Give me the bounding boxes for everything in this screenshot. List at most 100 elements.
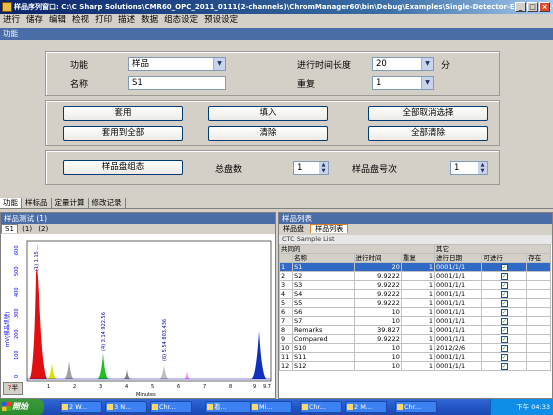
menu-edit[interactable]: 编辑 — [46, 14, 69, 27]
cell-runtime[interactable]: 10 — [353, 316, 402, 326]
enabled-checkbox[interactable]: ✓ — [500, 272, 508, 280]
cell-name[interactable]: S12 — [292, 361, 355, 371]
enabled-checkbox[interactable]: ✓ — [500, 281, 508, 289]
cell-name[interactable]: S4 — [292, 289, 355, 299]
cell-rundate[interactable]: 0001/1/1 — [433, 262, 483, 272]
menu-describe[interactable]: 描述 — [115, 14, 138, 27]
cell-repeat[interactable]: 1 — [400, 262, 436, 272]
cell-rundate[interactable]: 0001/1/1 — [433, 316, 483, 326]
cell-name[interactable]: S1 — [292, 262, 355, 272]
tab-function[interactable]: 功能 — [0, 198, 22, 208]
cell-name[interactable]: Remarks — [292, 325, 355, 335]
menu-data[interactable]: 数据 — [138, 14, 161, 27]
col-name[interactable]: 名称 — [292, 253, 355, 263]
cell-rundate[interactable]: 2012/2/6 — [433, 343, 483, 353]
tab-channel-2[interactable]: (2) — [36, 225, 50, 233]
cell-enabled[interactable]: ✓ — [481, 334, 528, 344]
cell-runtime[interactable]: 20 — [353, 262, 402, 272]
cell-name[interactable]: S6 — [292, 307, 355, 317]
col-exists[interactable]: 存在 — [526, 253, 551, 263]
menu-config[interactable]: 组态设定 — [161, 14, 201, 27]
enabled-checkbox[interactable]: ✓ — [500, 317, 508, 325]
minimize-button[interactable]: _ — [515, 2, 526, 12]
table-row[interactable]: 7 S7 10 1 0001/1/1 ✓ — [279, 316, 551, 326]
taskbar-item[interactable]: 2 W... — [60, 401, 102, 413]
cell-repeat[interactable]: 1 — [400, 307, 436, 317]
tab-s1[interactable]: S1 — [1, 224, 18, 233]
cell-runtime[interactable]: 39.827 — [353, 325, 402, 335]
cell-name[interactable]: S3 — [292, 280, 355, 290]
cell-rundate[interactable]: 0001/1/1 — [433, 361, 483, 371]
table-row[interactable]: 4 S4 9.9222 1 0001/1/1 ✓ — [279, 289, 551, 299]
table-row[interactable]: 5 S5 9.9222 1 0001/1/1 ✓ — [279, 298, 551, 308]
cell-enabled[interactable]: ✓ — [481, 307, 528, 317]
tray-config-button[interactable]: 样品盘组态 — [63, 160, 183, 175]
maximize-button[interactable]: □ — [527, 2, 538, 12]
cell-rundate[interactable]: 0001/1/1 — [433, 352, 483, 362]
cell-repeat[interactable]: 1 — [400, 298, 436, 308]
tab-history[interactable]: 修改记录 — [89, 198, 126, 208]
cell-rundate[interactable]: 0001/1/1 — [433, 289, 483, 299]
function-select[interactable]: 样品 ▼ — [128, 57, 226, 71]
menu-defaults[interactable]: 预设设定 — [201, 14, 241, 27]
cell-enabled[interactable]: ✓ — [481, 325, 528, 335]
menu-save[interactable]: 储存 — [23, 14, 46, 27]
enabled-checkbox[interactable]: ✓ — [500, 335, 508, 343]
close-button[interactable]: × — [539, 2, 550, 12]
cell-runtime[interactable]: 9.9222 — [353, 334, 402, 344]
enabled-checkbox[interactable]: ✓ — [500, 263, 508, 271]
cell-runtime[interactable]: 9.9222 — [353, 280, 402, 290]
cell-rundate[interactable]: 0001/1/1 — [433, 271, 483, 281]
cell-rundate[interactable]: 0001/1/1 — [433, 307, 483, 317]
cell-runtime[interactable]: 10 — [353, 343, 402, 353]
cell-enabled[interactable]: ✓ — [481, 271, 528, 281]
cell-repeat[interactable]: 1 — [400, 325, 436, 335]
cell-runtime[interactable]: 9.9222 — [353, 289, 402, 299]
cell-rundate[interactable]: 0001/1/1 — [433, 298, 483, 308]
cell-enabled[interactable]: ✓ — [481, 343, 528, 353]
cell-repeat[interactable]: 1 — [400, 352, 436, 362]
tab-quant[interactable]: 定量计算 — [52, 198, 89, 208]
cell-enabled[interactable]: ✓ — [481, 262, 528, 272]
enabled-checkbox[interactable]: ✓ — [500, 299, 508, 307]
table-row[interactable]: 1 S1 20 1 0001/1/1 ✓ — [279, 262, 551, 272]
spin-down-icon[interactable]: ▼ — [319, 168, 328, 174]
cell-runtime[interactable]: 9.9222 — [353, 298, 402, 308]
runtime-select[interactable]: 20 ▼ — [372, 57, 434, 71]
cell-repeat[interactable]: 1 — [400, 271, 436, 281]
cell-runtime[interactable]: 10 — [353, 307, 402, 317]
cell-name[interactable]: S10 — [292, 343, 355, 353]
fill-button[interactable]: 填入 — [208, 106, 328, 121]
taskbar-item[interactable]: 3 N... — [105, 401, 147, 413]
table-row[interactable]: 9 Compared 9.9222 1 0001/1/1 ✓ — [279, 334, 551, 344]
enabled-checkbox[interactable]: ✓ — [500, 362, 508, 370]
tab-tray[interactable]: 样品盘 — [279, 225, 308, 233]
clear-button[interactable]: 清除 — [208, 126, 328, 141]
cell-rundate[interactable]: 0001/1/1 — [433, 334, 483, 344]
table-row[interactable]: 12 S12 10 1 0001/1/1 ✓ — [279, 361, 551, 371]
cell-rundate[interactable]: 0001/1/1 — [433, 325, 483, 335]
taskbar-item[interactable]: Chr... — [300, 401, 342, 413]
taskbar-item[interactable]: Chr... — [395, 401, 437, 413]
table-row[interactable]: 6 S6 10 1 0001/1/1 ✓ — [279, 307, 551, 317]
tray-number-spinner[interactable]: 1 ▲ ▼ — [450, 161, 488, 175]
table-row[interactable]: 11 S11 10 1 0001/1/1 ✓ — [279, 352, 551, 362]
cell-rundate[interactable]: 0001/1/1 — [433, 280, 483, 290]
taskbar-item[interactable]: Chr... — [150, 401, 192, 413]
col-enabled[interactable]: 可进行 — [481, 253, 528, 263]
chrom-corner-button[interactable]: ?半 — [3, 382, 23, 395]
cell-enabled[interactable]: ✓ — [481, 280, 528, 290]
cell-enabled[interactable]: ✓ — [481, 316, 528, 326]
cell-runtime[interactable]: 10 — [353, 352, 402, 362]
cell-enabled[interactable]: ✓ — [481, 289, 528, 299]
table-row[interactable]: 8 Remarks 39.827 1 0001/1/1 ✓ — [279, 325, 551, 335]
cell-repeat[interactable]: 1 — [400, 334, 436, 344]
enabled-checkbox[interactable]: ✓ — [500, 308, 508, 316]
enabled-checkbox[interactable]: ✓ — [500, 290, 508, 298]
cell-name[interactable]: S5 — [292, 298, 355, 308]
deselect-all-button[interactable]: 全部取消选择 — [368, 106, 488, 121]
cell-enabled[interactable]: ✓ — [481, 298, 528, 308]
cell-enabled[interactable]: ✓ — [481, 361, 528, 371]
menu-print[interactable]: 打印 — [92, 14, 115, 27]
taskbar-item[interactable]: 看... — [205, 401, 253, 413]
